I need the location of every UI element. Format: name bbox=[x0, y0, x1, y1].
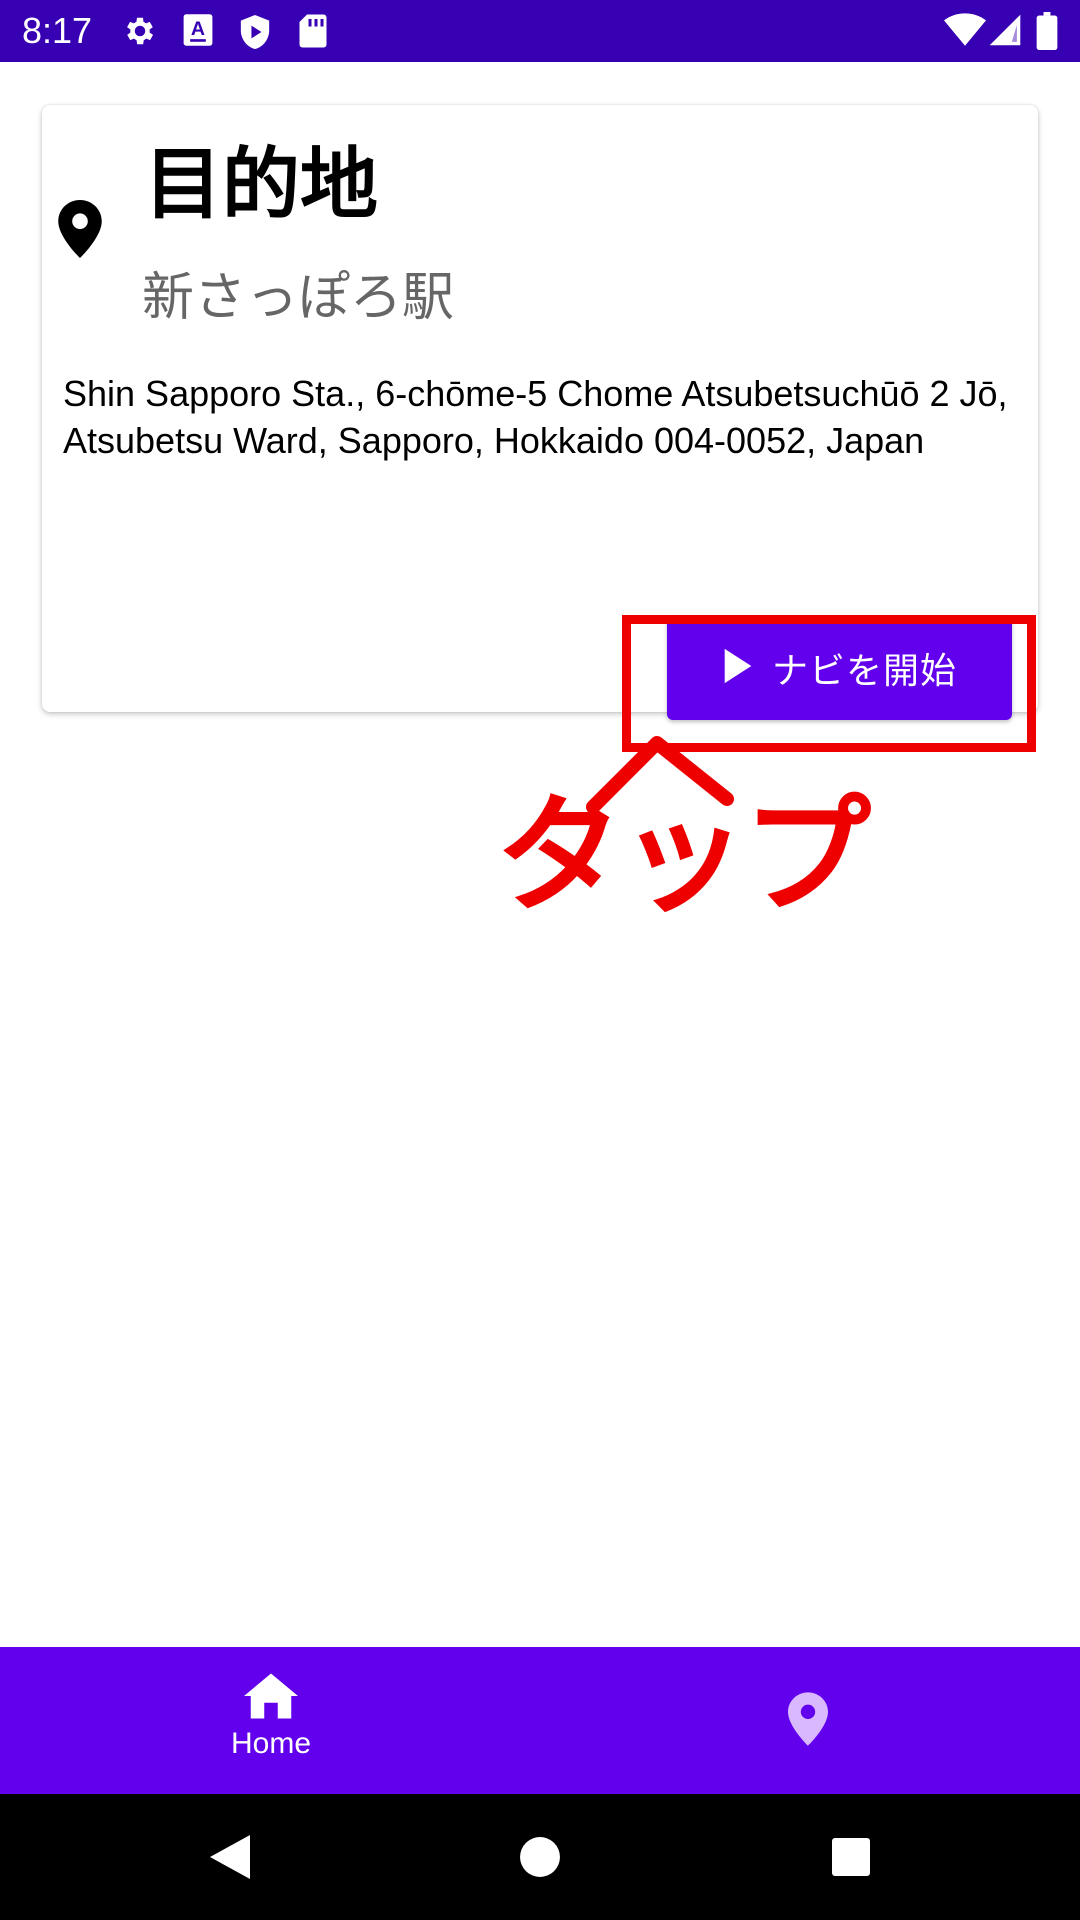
destination-address: Shin Sapporo Sta., 6-chōme-5 Chome Atsub… bbox=[63, 373, 1008, 461]
recents-icon bbox=[832, 1838, 870, 1876]
svg-text:A: A bbox=[191, 18, 205, 40]
bottom-nav-home[interactable]: Home bbox=[171, 1647, 371, 1794]
bottom-nav-location[interactable] bbox=[708, 1647, 908, 1794]
signal-icon bbox=[988, 12, 1022, 52]
settings-icon bbox=[122, 13, 158, 53]
system-navigation-bar bbox=[0, 1794, 1080, 1920]
wifi-icon bbox=[944, 12, 986, 52]
back-icon bbox=[210, 1835, 250, 1879]
location-pin-icon bbox=[788, 1691, 828, 1750]
card-title: 目的地 bbox=[144, 140, 379, 230]
home-button[interactable] bbox=[500, 1794, 580, 1920]
location-pin-icon bbox=[58, 200, 102, 262]
keyboard-a-icon: A bbox=[182, 13, 214, 51]
main-content: 目的地 新さっぽろ駅 Shin Sapporo Sta., 6-chōme-5 … bbox=[0, 62, 1080, 1647]
home-icon bbox=[244, 1673, 298, 1723]
sd-card-icon bbox=[298, 13, 328, 53]
tap-annotation: タップ bbox=[495, 782, 871, 931]
battery-icon bbox=[1036, 12, 1058, 54]
bottom-navigation: Home bbox=[0, 1647, 1080, 1794]
bottom-nav-home-label: Home bbox=[230, 1727, 312, 1760]
home-circle-icon bbox=[520, 1837, 560, 1877]
back-button[interactable] bbox=[190, 1794, 270, 1920]
status-time: 8:17 bbox=[22, 10, 93, 51]
status-bar: 8:17 A bbox=[0, 0, 1080, 62]
recents-button[interactable] bbox=[811, 1794, 891, 1920]
destination-name: 新さっぽろ駅 bbox=[142, 268, 455, 328]
shield-play-icon bbox=[238, 13, 272, 55]
